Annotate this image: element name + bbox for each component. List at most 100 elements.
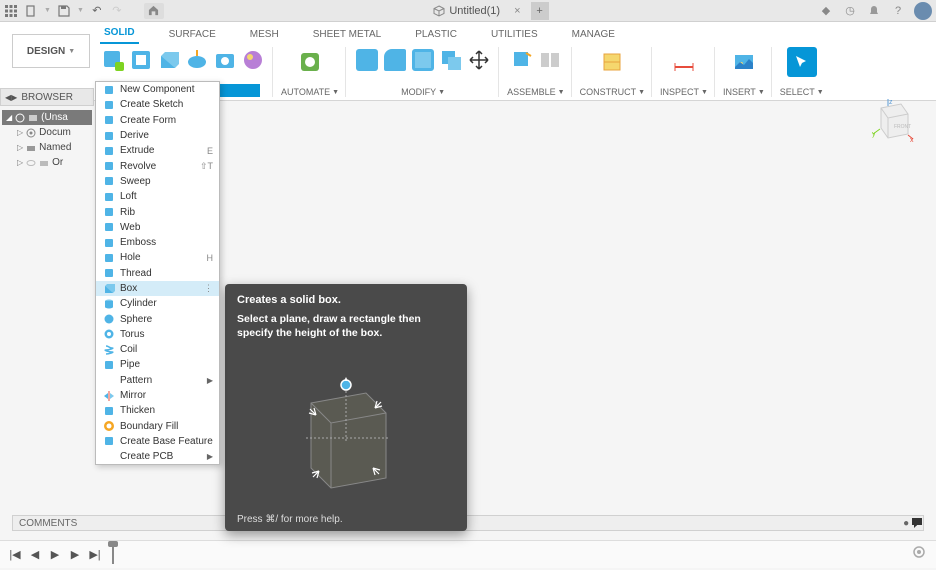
timeline-next[interactable]: ▶: [68, 548, 82, 562]
tool-assemble-new[interactable]: [509, 47, 535, 73]
tool-select[interactable]: [787, 47, 817, 77]
boundary-icon: [102, 420, 115, 433]
tool-fillet[interactable]: [382, 47, 408, 73]
tool-automate[interactable]: [295, 47, 325, 77]
browser-header[interactable]: ◀▶ BROWSER: [0, 88, 94, 106]
menu-item-pipe[interactable]: Pipe: [96, 357, 219, 372]
browser-item-document[interactable]: ▷Docum: [2, 125, 92, 140]
timeline-play[interactable]: ▶: [48, 548, 62, 562]
tooltip-illustration: [237, 348, 455, 508]
menu-item-create-sketch[interactable]: Create Sketch: [96, 97, 219, 112]
feedback-icon[interactable]: [910, 516, 924, 533]
web-icon: [102, 221, 115, 234]
tool-extrude[interactable]: [156, 47, 182, 73]
redo-icon[interactable]: ↷: [110, 4, 124, 18]
save-icon[interactable]: [57, 4, 71, 18]
select-dropdown[interactable]: SELECT▼: [780, 87, 824, 97]
browser-item-named[interactable]: ▷Named: [2, 140, 92, 155]
ribbon-tab-manage[interactable]: MANAGE: [568, 26, 619, 44]
timeline-marker[interactable]: [112, 546, 114, 564]
menu-item-sphere[interactable]: Sphere: [96, 311, 219, 326]
tool-new-design[interactable]: [100, 47, 126, 73]
menu-item-pattern[interactable]: Pattern▶: [96, 373, 219, 388]
thicken-icon: [102, 404, 115, 417]
menu-item-hole[interactable]: HoleH: [96, 250, 219, 265]
menu-item-box[interactable]: Box⋮: [96, 281, 219, 296]
construct-dropdown[interactable]: CONSTRUCT▼: [580, 87, 645, 97]
design-workspace-button[interactable]: DESIGN▼: [12, 34, 90, 68]
tool-inspect[interactable]: [669, 47, 699, 77]
settings-gear-icon[interactable]: [912, 545, 926, 562]
comments-bar[interactable]: COMMENTS ● ◂: [12, 515, 924, 531]
viewcube[interactable]: FRONT z y x: [866, 96, 916, 146]
ribbon-tab-plastic[interactable]: PLASTIC: [411, 26, 461, 44]
browser-item-origin[interactable]: ▷Or: [2, 155, 92, 170]
user-avatar[interactable]: [914, 2, 932, 20]
help-icon[interactable]: ?: [890, 3, 906, 19]
menu-item-new-component[interactable]: New Component: [96, 82, 219, 97]
new-file-icon[interactable]: [24, 4, 38, 18]
menu-item-extrude[interactable]: ExtrudeE: [96, 143, 219, 158]
menu-item-thicken[interactable]: Thicken: [96, 403, 219, 418]
tool-shell[interactable]: [410, 47, 436, 73]
menu-item-web[interactable]: Web: [96, 220, 219, 235]
home-icon[interactable]: [144, 3, 164, 19]
menu-item-revolve[interactable]: Revolve⇧T: [96, 158, 219, 173]
insert-dropdown[interactable]: INSERT▼: [723, 87, 765, 97]
bell-icon[interactable]: [866, 3, 882, 19]
automate-dropdown[interactable]: AUTOMATE▼: [281, 87, 339, 97]
menu-item-rib[interactable]: Rib: [96, 204, 219, 219]
tool-insert[interactable]: [729, 47, 759, 77]
extensions-icon[interactable]: ◆: [818, 3, 834, 19]
menu-item-loft[interactable]: Loft: [96, 189, 219, 204]
document-title: Untitled(1): [449, 5, 500, 17]
menu-item-mirror[interactable]: Mirror: [96, 388, 219, 403]
timeline-prev[interactable]: ◀: [28, 548, 42, 562]
ribbon-tab-utilities[interactable]: UTILITIES: [487, 26, 542, 44]
ribbon-tab-surface[interactable]: SURFACE: [165, 26, 220, 44]
menu-item-boundary-fill[interactable]: Boundary Fill: [96, 419, 219, 434]
tooltip-title: Creates a solid box.: [237, 294, 455, 306]
tool-sketch[interactable]: [128, 47, 154, 73]
tool-construct[interactable]: [597, 47, 627, 77]
ribbon-tab-solid[interactable]: SOLID: [100, 24, 139, 44]
browser-root[interactable]: ◢ (Unsa: [2, 110, 92, 125]
box-icon: [102, 282, 115, 295]
tool-revolve[interactable]: [184, 47, 210, 73]
notifications-clock-icon[interactable]: ◷: [842, 3, 858, 19]
undo-icon[interactable]: ↶: [90, 4, 104, 18]
menu-item-coil[interactable]: Coil: [96, 342, 219, 357]
inspect-dropdown[interactable]: INSPECT▼: [660, 87, 708, 97]
titlebar: ▼ ▼ ↶ ↷ Untitled(1) × + ◆ ◷ ?: [0, 0, 936, 22]
close-tab-icon[interactable]: ×: [514, 5, 520, 17]
menu-item-emboss[interactable]: Emboss: [96, 235, 219, 250]
menu-item-create-base-feature[interactable]: Create Base Feature: [96, 434, 219, 449]
timeline-end[interactable]: ▶|: [88, 548, 102, 562]
new-tab-button[interactable]: +: [531, 2, 549, 20]
ribbon-tab-mesh[interactable]: MESH: [246, 26, 283, 44]
tool-move[interactable]: [466, 47, 492, 73]
menu-item-create-pcb[interactable]: Create PCB▶: [96, 449, 219, 464]
gear-icon: [26, 128, 36, 138]
tool-form[interactable]: [240, 47, 266, 73]
tool-joint[interactable]: [537, 47, 563, 73]
menu-item-derive[interactable]: Derive: [96, 128, 219, 143]
tool-press-pull[interactable]: [354, 47, 380, 73]
emboss-icon: [102, 236, 115, 249]
menu-item-create-form[interactable]: Create Form: [96, 113, 219, 128]
hole-icon: [102, 251, 115, 264]
menu-item-cylinder[interactable]: Cylinder: [96, 296, 219, 311]
menu-item-thread[interactable]: Thread: [96, 266, 219, 281]
modify-dropdown[interactable]: MODIFY▼: [401, 87, 445, 97]
ribbon-tab-sheet-metal[interactable]: SHEET METAL: [309, 26, 386, 44]
tool-combine[interactable]: [438, 47, 464, 73]
tool-hole[interactable]: [212, 47, 238, 73]
apps-icon[interactable]: [4, 4, 18, 18]
sweep-icon: [102, 175, 115, 188]
menu-item-torus[interactable]: Torus: [96, 327, 219, 342]
timeline-start[interactable]: |◀: [8, 548, 22, 562]
menu-item-sweep[interactable]: Sweep: [96, 174, 219, 189]
assemble-dropdown[interactable]: ASSEMBLE▼: [507, 87, 564, 97]
tooltip-help: Press ⌘/ for more help.: [237, 514, 455, 525]
create-menu: New ComponentCreate SketchCreate FormDer…: [95, 81, 220, 465]
